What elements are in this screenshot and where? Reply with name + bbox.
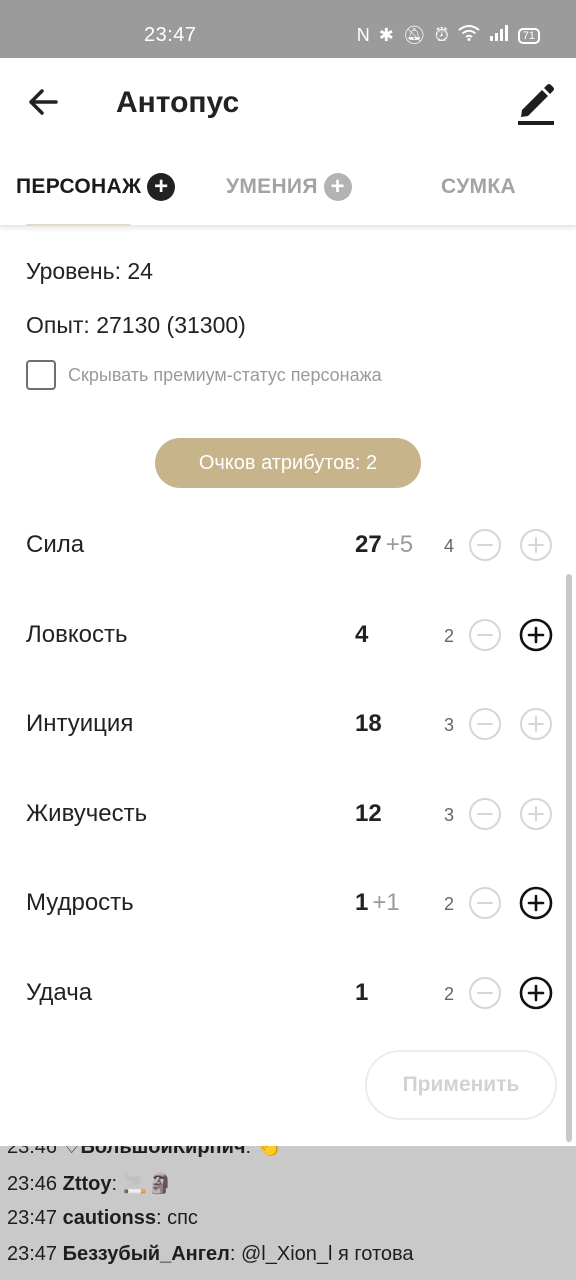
tab-bag-label: СУМКА xyxy=(441,175,516,198)
attribute-value: 27 +5 xyxy=(355,531,414,558)
plus-circle-icon[interactable] xyxy=(519,528,553,562)
minus-circle-icon[interactable] xyxy=(468,797,502,831)
tab-skills[interactable]: УМЕНИЯ + xyxy=(226,156,352,218)
attribute-row: Интуиция 18 3 xyxy=(0,695,576,755)
chat-message: 23:47 cautionss: спс xyxy=(7,1207,198,1230)
page-title: Антопус xyxy=(116,86,240,119)
status-time: 23:47 xyxy=(144,24,197,46)
arrow-left-icon xyxy=(29,89,58,115)
plus-circle-icon[interactable] xyxy=(519,886,553,920)
nfc-icon: N xyxy=(356,25,370,45)
status-bar: 23:47 N ✱ 🔕︎ ⏰︎ 71 xyxy=(0,0,576,58)
plus-circle-icon[interactable] xyxy=(519,618,553,652)
attribute-row: Живучесть 12 3 xyxy=(0,785,576,845)
chat-text: : @l_Xion_l я готова xyxy=(229,1243,414,1265)
attribute-value: 12 xyxy=(355,799,382,827)
plus-circle-icon[interactable] xyxy=(519,976,553,1010)
plus-circle-icon[interactable] xyxy=(519,797,553,831)
hide-premium-row[interactable]: Скрывать премиум-статус персонажа xyxy=(26,360,382,390)
chat-text: : спс xyxy=(155,1207,198,1229)
chat-time: 23:46 xyxy=(7,1146,63,1158)
minus-circle-icon[interactable] xyxy=(468,976,502,1010)
attribute-cost: 2 xyxy=(444,894,455,915)
attribute-cost: 3 xyxy=(444,715,455,736)
chat-nick[interactable]: ♡БольшойКирпич xyxy=(63,1146,246,1158)
attribute-name: Удача xyxy=(26,979,93,1006)
level-text: Уровень: 24 xyxy=(26,258,153,284)
attribute-points-badge: Очков атрибутов: 2 xyxy=(155,438,421,488)
tab-bar: ПЕРСОНАЖ + УМЕНИЯ + СУМКА xyxy=(0,156,576,226)
hide-premium-checkbox[interactable] xyxy=(26,360,56,390)
tab-skills-label: УМЕНИЯ xyxy=(226,175,318,198)
minus-circle-icon[interactable] xyxy=(468,886,502,920)
app-bar: Антопус xyxy=(0,58,576,148)
attribute-row: Ловкость 4 2 xyxy=(0,606,576,666)
attribute-name: Сила xyxy=(26,531,85,558)
alarm-icon: ⏰︎ xyxy=(434,25,449,45)
back-button[interactable] xyxy=(26,84,62,120)
scroll-divider xyxy=(26,224,130,226)
chat-nick[interactable]: cautionss xyxy=(63,1207,156,1229)
attribute-row: Сила 27 +5 4 xyxy=(0,516,576,576)
attribute-value: 4 xyxy=(355,620,369,648)
status-icons: N ✱ 🔕︎ ⏰︎ 71 xyxy=(357,25,540,46)
tab-character[interactable]: ПЕРСОНАЖ + xyxy=(16,156,176,218)
battery-icon: 71 xyxy=(517,27,540,44)
scrollbar[interactable] xyxy=(566,574,572,1142)
bluetooth-icon: ✱ xyxy=(378,25,394,45)
attribute-cost: 4 xyxy=(444,536,455,556)
attribute-bonus: +1 xyxy=(372,889,400,917)
attribute-value: 1 xyxy=(355,979,369,1006)
experience-text: Опыт: 27130 (31300) xyxy=(26,312,246,338)
tab-bag[interactable]: СУМКА xyxy=(441,156,516,218)
attribute-cost: 3 xyxy=(444,804,455,825)
bell-off-icon: 🔕︎ xyxy=(402,25,426,45)
signal-icon xyxy=(489,25,509,46)
hide-premium-label: Скрывать премиум-статус персонажа xyxy=(68,364,382,385)
edit-button[interactable] xyxy=(514,80,558,126)
minus-circle-icon[interactable] xyxy=(468,528,502,562)
plus-circle-icon[interactable] xyxy=(519,707,553,741)
character-panel: Антопус ПЕРСОНАЖ + УМЕНИЯ + СУМКА Уровен… xyxy=(0,58,576,1146)
minus-circle-icon[interactable] xyxy=(468,707,502,741)
chat-text: : 🚬🗿 xyxy=(111,1173,173,1195)
attribute-row: Удача 1 2 xyxy=(0,964,576,1024)
tab-character-label: ПЕРСОНАЖ xyxy=(16,175,142,198)
attribute-bonus: +5 xyxy=(385,531,414,558)
wifi-icon xyxy=(458,25,480,46)
plus-icon: + xyxy=(323,173,352,201)
attribute-name: Мудрость xyxy=(26,889,134,917)
chat-nick[interactable]: Zttoy xyxy=(63,1173,112,1195)
minus-circle-icon[interactable] xyxy=(468,618,502,652)
chat-text: : 👏 xyxy=(245,1146,282,1158)
attribute-row: Мудрость 1 +1 2 xyxy=(0,874,576,934)
chat-message: 23:46 ♡БольшойКирпич: 👏 xyxy=(7,1146,282,1159)
pencil-icon xyxy=(518,84,554,125)
attribute-cost: 2 xyxy=(444,984,455,1004)
attribute-name: Интуиция xyxy=(26,710,134,738)
chat-log: 23:46 ♡БольшойКирпич: 👏 23:46 Zttoy: 🚬🗿 23… xyxy=(0,1146,576,1280)
chat-time: 23:46 xyxy=(7,1173,63,1195)
attribute-value: 1 +1 xyxy=(355,889,400,917)
chat-message: 23:46 Zttoy: 🚬🗿 xyxy=(7,1171,172,1196)
attribute-name: Живучесть xyxy=(26,799,148,827)
chat-nick[interactable]: Беззубый_Ангел xyxy=(63,1243,230,1265)
plus-icon: + xyxy=(147,173,176,201)
attribute-name: Ловкость xyxy=(26,620,128,648)
attribute-cost: 2 xyxy=(444,625,455,646)
apply-button[interactable]: Применить xyxy=(365,1050,557,1120)
chat-time: 23:47 xyxy=(7,1243,63,1265)
chat-message: 23:47 Беззубый_Ангел: @l_Xion_l я готова xyxy=(7,1243,414,1266)
attribute-value: 18 xyxy=(355,710,382,738)
chat-time: 23:47 xyxy=(7,1207,63,1229)
